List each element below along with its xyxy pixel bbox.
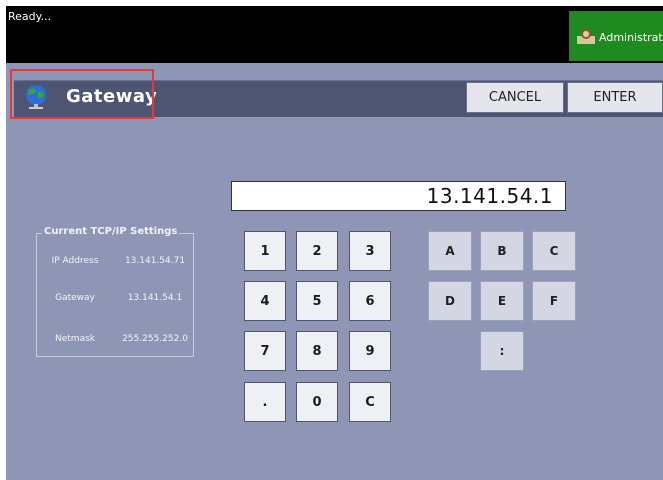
- key-c[interactable]: C: [532, 231, 576, 271]
- current-settings-title: Current TCP/IP Settings: [42, 226, 180, 237]
- user-icon: [577, 29, 595, 44]
- gateway-label: Gateway: [55, 293, 95, 303]
- gateway-input-value: 13.141.54.1: [426, 184, 553, 208]
- key-6[interactable]: 6: [349, 281, 391, 321]
- status-text: Ready...: [8, 10, 52, 23]
- key-7[interactable]: 7: [244, 331, 286, 371]
- key-e[interactable]: E: [480, 281, 524, 321]
- gateway-input[interactable]: 13.141.54.1: [231, 181, 566, 211]
- cancel-button[interactable]: CANCEL: [466, 82, 564, 113]
- key-4[interactable]: 4: [244, 281, 286, 321]
- key-0[interactable]: 0: [296, 382, 338, 422]
- key-9[interactable]: 9: [349, 331, 391, 371]
- ip-address-label: IP Address: [51, 256, 99, 266]
- key-2[interactable]: 2: [296, 231, 338, 271]
- key-colon[interactable]: :: [480, 331, 524, 371]
- highlight-box: [10, 69, 154, 119]
- ip-address-value: 13.141.54.71: [124, 256, 186, 266]
- enter-button[interactable]: ENTER: [567, 82, 663, 113]
- key-dot[interactable]: .: [244, 382, 286, 422]
- key-b[interactable]: B: [480, 231, 524, 271]
- administrator-label: Administrat: [599, 31, 663, 44]
- key-8[interactable]: 8: [296, 331, 338, 371]
- key-5[interactable]: 5: [296, 281, 338, 321]
- key-3[interactable]: 3: [349, 231, 391, 271]
- netmask-label: Netmask: [55, 334, 95, 344]
- key-d[interactable]: D: [428, 281, 472, 321]
- netmask-value: 255.255.252.0: [122, 334, 188, 344]
- key-f[interactable]: F: [532, 281, 576, 321]
- status-bar: Ready... Administrat: [6, 6, 663, 63]
- key-a[interactable]: A: [428, 231, 472, 271]
- key-1[interactable]: 1: [244, 231, 286, 271]
- gateway-value: 13.141.54.1: [127, 293, 183, 303]
- key-clear[interactable]: C: [349, 382, 391, 422]
- administrator-button[interactable]: Administrat: [569, 11, 663, 61]
